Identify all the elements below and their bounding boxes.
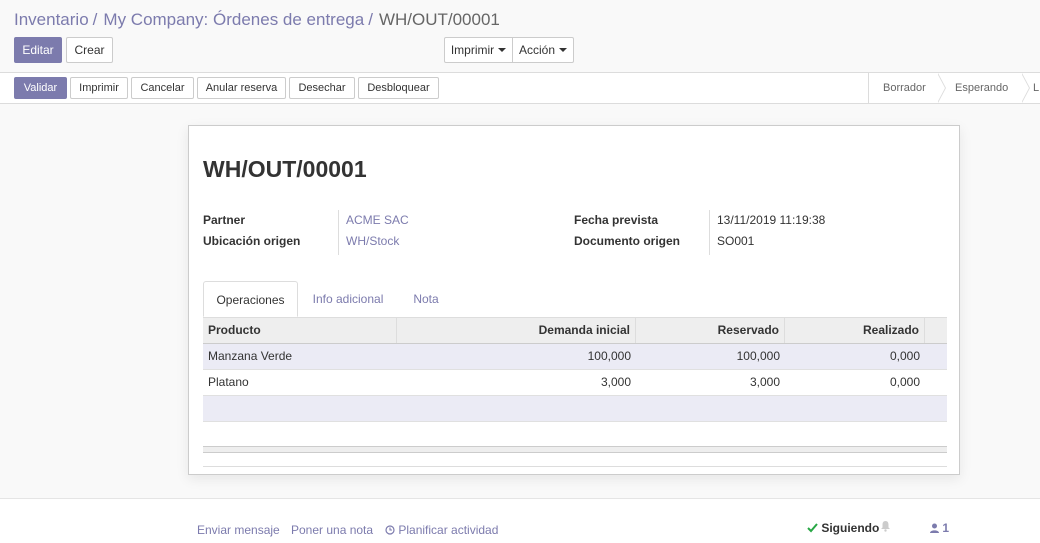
breadcrumb: Inventario / My Company: Órdenes de entreg… [14, 10, 500, 30]
table-footer [203, 446, 947, 453]
reserved-cell: 3,000 [749, 375, 780, 389]
source-document-label: Documento origen [574, 234, 681, 248]
field-divider [709, 210, 710, 255]
partner-field[interactable]: ACME SAC [346, 213, 409, 227]
print-dropdown-label: Imprimir [450, 43, 495, 57]
stage-draft: Borrador [869, 73, 946, 103]
divider [203, 466, 947, 467]
table-row[interactable]: Platano 3,000 3,000 0,000 [203, 370, 947, 396]
column-header-done[interactable]: Realizado [785, 318, 925, 343]
breadcrumb-separator: / [368, 10, 373, 29]
source-location-label: Ubicación origen [203, 234, 301, 248]
schedule-activity-label: Planificar actividad [398, 523, 499, 537]
initial-demand-cell: 100,000 [587, 349, 631, 363]
followers-count: 1 [942, 521, 950, 535]
tab-note[interactable]: Nota [401, 281, 451, 317]
breadcrumb-item-delivery-orders[interactable]: My Company: Órdenes de entrega [103, 10, 364, 29]
followers-button[interactable]: 1 [930, 521, 949, 536]
check-icon [807, 522, 818, 536]
partner-label: Partner [203, 213, 246, 227]
following-label: Siguiendo [821, 521, 880, 535]
breadcrumb-current: WH/OUT/00001 [378, 10, 500, 29]
reserved-cell: 100,000 [736, 349, 780, 363]
tab-operations[interactable]: Operaciones [203, 281, 298, 317]
action-dropdown-button[interactable]: Acción [512, 37, 574, 63]
breadcrumb-separator: / [92, 10, 98, 29]
print-button[interactable]: Imprimir [70, 77, 128, 99]
initial-demand-cell: 3,000 [600, 375, 631, 389]
stage-pipeline: Borrador Esperando L [868, 73, 1040, 103]
product-cell: Platano [208, 375, 249, 389]
breadcrumb-item-inventario[interactable]: Inventario [14, 10, 89, 29]
create-button[interactable]: Crear [66, 37, 113, 63]
table-empty-row [203, 396, 947, 422]
tab-additional-info[interactable]: Info adicional [303, 281, 393, 317]
print-dropdown-button[interactable]: Imprimir [444, 37, 513, 63]
caret-down-icon [498, 48, 507, 52]
source-document-field: SO001 [717, 234, 755, 248]
scheduled-date-field: 13/11/2019 11:19:38 [717, 213, 826, 227]
following-button[interactable]: Siguiendo [807, 521, 879, 536]
user-icon [930, 522, 939, 536]
record-title: WH/OUT/00001 [203, 156, 367, 182]
table-row[interactable]: Manzana Verde 100,000 100,000 0,000 [203, 344, 947, 370]
unreserve-button[interactable]: Anular reserva [197, 77, 286, 99]
done-cell: 0,000 [889, 349, 920, 363]
column-header-product[interactable]: Producto [203, 318, 397, 343]
chatter: Enviar mensaje Poner una nota Planificar… [0, 498, 1040, 543]
done-cell: 0,000 [889, 375, 920, 389]
column-header-initial-demand[interactable]: Demanda inicial [397, 318, 636, 343]
clock-icon [385, 524, 395, 538]
notebook-tabs: Operaciones Info adicional Nota [203, 281, 947, 317]
column-header-reserved[interactable]: Reservado [636, 318, 785, 343]
field-divider [338, 210, 339, 255]
scrap-button[interactable]: Desechar [289, 77, 355, 99]
stage-waiting: Esperando [937, 73, 1030, 103]
form-sheet: WH/OUT/00001 Partner ACME SAC Ubicación … [188, 125, 960, 475]
form-statusbar: Validar Imprimir Cancelar Anular reserva… [0, 73, 1040, 104]
scheduled-date-label: Fecha prevista [574, 213, 659, 227]
bell-icon[interactable] [880, 520, 891, 535]
send-message-button[interactable]: Enviar mensaje [197, 523, 280, 537]
schedule-activity-button[interactable]: Planificar actividad [385, 523, 498, 538]
validate-button[interactable]: Validar [14, 77, 67, 99]
edit-button[interactable]: Editar [14, 37, 62, 63]
source-location-field[interactable]: WH/Stock [346, 234, 399, 248]
table-header: Producto Demanda inicial Reservado Reali… [203, 317, 947, 344]
control-panel: Inventario / My Company: Órdenes de entreg… [0, 0, 1040, 73]
cancel-button[interactable]: Cancelar [131, 77, 194, 99]
log-note-button[interactable]: Poner una nota [291, 523, 373, 537]
product-cell: Manzana Verde [208, 349, 293, 363]
action-dropdown-label: Acción [518, 43, 556, 57]
operations-table: Producto Demanda inicial Reservado Reali… [203, 317, 947, 467]
caret-down-icon [559, 48, 568, 52]
unlock-button[interactable]: Desbloquear [358, 77, 439, 99]
